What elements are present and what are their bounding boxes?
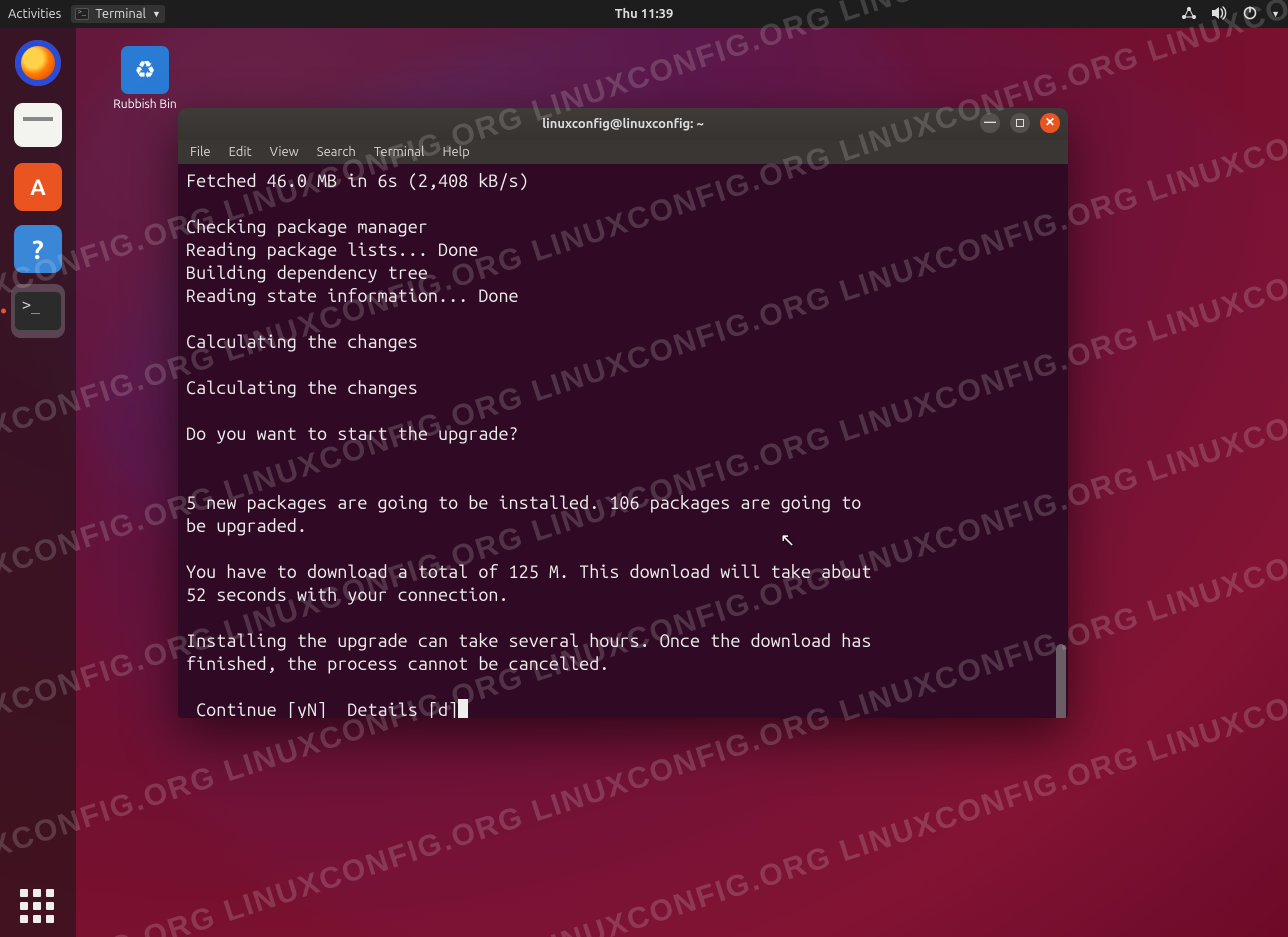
terminal-icon (14, 291, 62, 331)
menu-edit[interactable]: Edit (229, 145, 252, 159)
terminal-icon (75, 8, 89, 20)
dock-item-terminal[interactable] (11, 284, 65, 338)
app-menu[interactable]: Terminal ▼ (71, 5, 165, 23)
dock-item-firefox[interactable] (11, 36, 65, 90)
app-menu-label: Terminal (95, 7, 146, 21)
dock: A ? (0, 28, 76, 937)
window-titlebar[interactable]: linuxconfig@linuxconfig: ~ — ✕ (178, 108, 1068, 140)
desktop-icon-trash[interactable]: ♻ Rubbish Bin (106, 46, 184, 111)
firefox-icon (15, 40, 61, 86)
dock-item-files[interactable] (11, 98, 65, 152)
trash-icon: ♻ (121, 46, 169, 94)
menu-terminal[interactable]: Terminal (374, 145, 425, 159)
help-icon: ? (14, 225, 62, 273)
menu-file[interactable]: File (190, 145, 211, 159)
terminal-output: Fetched 46.0 MB in 6s (2,408 kB/s) Check… (186, 170, 1060, 718)
menu-search[interactable]: Search (317, 145, 356, 159)
terminal-cursor (458, 699, 468, 718)
power-icon[interactable] (1243, 6, 1257, 23)
show-applications-button[interactable] (0, 889, 76, 925)
software-icon: A (14, 163, 62, 211)
window-maximize-button[interactable] (1010, 113, 1030, 133)
desktop-icon-label: Rubbish Bin (106, 98, 184, 111)
activities-button[interactable]: Activities (8, 7, 61, 21)
menu-view[interactable]: View (270, 145, 299, 159)
top-bar: Activities Terminal ▼ Thu 11:39 ▼ (0, 0, 1288, 28)
window-minimize-button[interactable]: — (980, 113, 1000, 133)
dock-item-help[interactable]: ? (11, 222, 65, 276)
volume-icon[interactable] (1211, 6, 1229, 23)
system-menu-chevron-icon[interactable]: ▼ (1271, 9, 1280, 19)
menubar: File Edit View Search Terminal Help (178, 140, 1068, 164)
clock[interactable]: Thu 11:39 (615, 7, 674, 21)
scrollbar-thumb[interactable] (1056, 644, 1066, 718)
terminal-body[interactable]: Fetched 46.0 MB in 6s (2,408 kB/s) Check… (178, 164, 1068, 718)
terminal-window: linuxconfig@linuxconfig: ~ — ✕ File Edit… (178, 108, 1068, 718)
dock-item-software[interactable]: A (11, 160, 65, 214)
window-close-button[interactable]: ✕ (1040, 113, 1060, 133)
menu-help[interactable]: Help (442, 145, 469, 159)
files-icon (14, 103, 62, 147)
chevron-down-icon: ▼ (152, 9, 161, 19)
apps-grid-icon (20, 889, 56, 925)
window-title: linuxconfig@linuxconfig: ~ (542, 117, 704, 131)
network-icon[interactable] (1181, 6, 1197, 23)
